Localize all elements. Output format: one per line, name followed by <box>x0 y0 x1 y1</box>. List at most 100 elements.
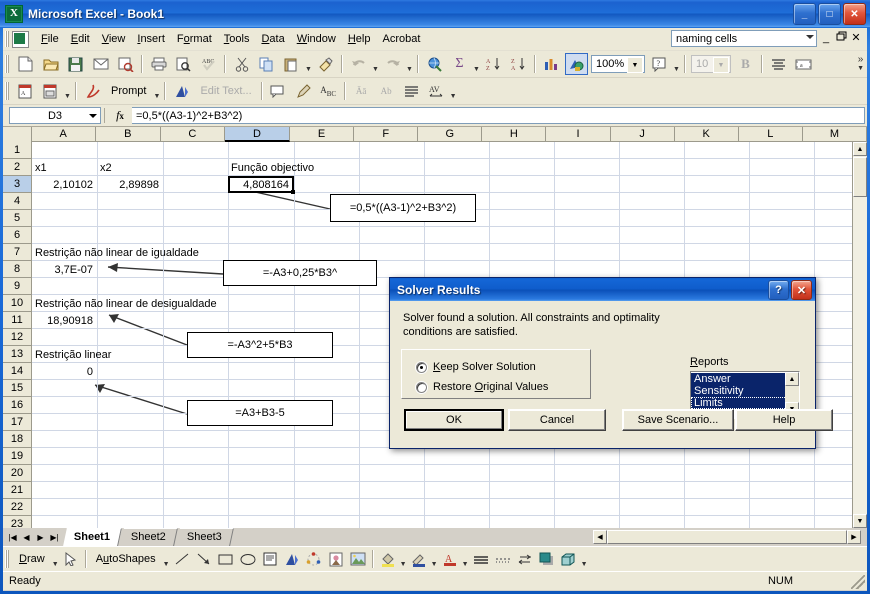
hscroll-right-button[interactable]: ▶ <box>847 530 861 544</box>
scroll-up-button[interactable]: ▲ <box>853 142 867 156</box>
comment-note-icon[interactable] <box>267 80 290 102</box>
select-all-corner[interactable] <box>3 127 32 142</box>
row-header-15[interactable]: 15 <box>3 380 31 397</box>
shadow-style-icon[interactable] <box>537 550 557 568</box>
next-sheet-button[interactable]: ▶ <box>34 530 47 544</box>
cell-a13[interactable]: Restrição linear <box>35 347 111 363</box>
dialog-button-ok[interactable]: OK <box>404 409 504 431</box>
column-header-i[interactable]: I <box>546 127 611 142</box>
workbook-icon[interactable] <box>12 30 29 48</box>
ask-a-question-box[interactable]: naming cells <box>671 30 817 47</box>
text-aa-icon[interactable]: Āā <box>350 80 373 102</box>
column-header-a[interactable]: A <box>32 127 96 142</box>
clipart-icon[interactable] <box>326 550 346 568</box>
oval-icon[interactable] <box>238 550 258 568</box>
sheet-tab-sheet2[interactable]: Sheet2 <box>120 528 178 546</box>
dash-style-icon[interactable] <box>493 550 513 568</box>
pdf-dropdown-arrow-icon[interactable]: ▼ <box>63 78 72 105</box>
zoom-dropdown-arrow-icon[interactable]: ▼ <box>627 57 643 73</box>
fill-handle[interactable] <box>291 190 295 194</box>
copy-icon[interactable] <box>255 53 278 75</box>
column-header-j[interactable]: J <box>611 127 675 142</box>
horizontal-scroll-thumb[interactable] <box>607 530 847 544</box>
line-icon[interactable] <box>172 550 192 568</box>
window-maximize-button[interactable]: □ <box>818 3 841 25</box>
row-header-1[interactable]: 1 <box>3 142 31 159</box>
cell-b2[interactable]: x2 <box>100 160 112 176</box>
column-header-k[interactable]: K <box>675 127 739 142</box>
menu-insert[interactable]: Insert <box>131 30 171 48</box>
selected-cell-d3[interactable]: 4,808164 <box>228 176 294 193</box>
vertical-scroll-thumb[interactable] <box>853 157 867 197</box>
standard-toolbar-grip[interactable] <box>5 55 9 73</box>
row-header-10[interactable]: 10 <box>3 295 31 312</box>
menu-data[interactable]: Data <box>255 30 290 48</box>
format-painter-icon[interactable] <box>314 53 337 75</box>
acrobat-toolbar-grip[interactable] <box>5 82 9 100</box>
line-color-icon[interactable] <box>409 550 429 568</box>
report-item-limits[interactable]: Limits <box>691 397 787 409</box>
autoshapes-dropdown-arrow-icon[interactable]: ▼ <box>162 546 171 573</box>
cell-a11[interactable]: 18,90918 <box>32 313 93 329</box>
help-icon[interactable]: ? <box>648 53 671 75</box>
cut-icon[interactable] <box>230 53 253 75</box>
paste-dropdown-arrow-icon[interactable]: ▼ <box>304 51 313 78</box>
hscroll-left-button[interactable]: ◀ <box>593 530 607 544</box>
reports-scroll-up-button[interactable]: ▲ <box>785 372 799 386</box>
arrow-icon[interactable] <box>194 550 214 568</box>
column-header-d[interactable]: D <box>224 127 291 142</box>
save-icon[interactable] <box>64 53 87 75</box>
row-header-5[interactable]: 5 <box>3 210 31 227</box>
workbook-close-button[interactable]: ✕ <box>849 31 863 45</box>
acrobat-logo-icon[interactable] <box>81 80 104 102</box>
row-header-18[interactable]: 18 <box>3 431 31 448</box>
email-icon[interactable] <box>89 53 112 75</box>
horizontal-scrollbar[interactable]: ◀ ▶ <box>593 530 867 544</box>
row-header-11[interactable]: 11 <box>3 312 31 329</box>
merge-cells-icon[interactable]: a <box>792 53 815 75</box>
name-box[interactable]: D3 <box>9 107 101 124</box>
insert-function-icon[interactable]: fx <box>108 108 132 123</box>
row-header-20[interactable]: 20 <box>3 465 31 482</box>
convert-to-pdf-icon[interactable]: A <box>14 80 37 102</box>
zoom-combo[interactable]: 100% ▼ <box>591 55 645 73</box>
menu-help[interactable]: Help <box>342 30 377 48</box>
dialog-help-button[interactable]: ? <box>768 280 789 300</box>
line-style-icon[interactable] <box>471 550 491 568</box>
paragraph-align-icon[interactable] <box>400 80 423 102</box>
name-box-dropdown-arrow-icon[interactable] <box>89 114 97 118</box>
column-header-g[interactable]: G <box>418 127 483 142</box>
sheet-tab-sheet3[interactable]: Sheet3 <box>176 528 234 546</box>
pencil-markup-icon[interactable] <box>292 80 315 102</box>
first-sheet-button[interactable]: |◀ <box>6 530 19 544</box>
dialog-button-help[interactable]: Help <box>735 409 833 431</box>
line-color-dropdown-arrow-icon[interactable]: ▼ <box>430 546 439 573</box>
font-size-dropdown-arrow-icon[interactable]: ▼ <box>713 57 729 73</box>
select-objects-icon[interactable] <box>61 550 81 568</box>
row-header-9[interactable]: 9 <box>3 278 31 295</box>
menu-window[interactable]: Window <box>291 30 342 48</box>
edit-text-button[interactable]: Edit Text... <box>194 81 257 101</box>
3d-style-icon[interactable] <box>559 550 579 568</box>
rectangle-icon[interactable] <box>216 550 236 568</box>
menu-edit[interactable]: Edit <box>65 30 96 48</box>
prompt-dropdown-arrow-icon[interactable]: ▼ <box>152 78 161 105</box>
cell-d2[interactable]: Função objectivo <box>231 160 314 176</box>
restore-original-values-radio[interactable]: Restore Original Values <box>416 381 548 393</box>
keep-solver-solution-radio[interactable]: Keep Solver Solution <box>416 361 536 373</box>
hyperlink-icon[interactable] <box>423 53 446 75</box>
cell-a2[interactable]: x1 <box>35 160 47 176</box>
3d-dropdown-arrow-icon[interactable]: ▼ <box>580 546 589 573</box>
row-header-2[interactable]: 2 <box>3 159 31 176</box>
column-header-b[interactable]: B <box>96 127 161 142</box>
workbook-minimize-button[interactable]: _ <box>819 31 833 45</box>
chart-wizard-icon[interactable] <box>540 53 563 75</box>
menu-tools[interactable]: Tools <box>218 30 256 48</box>
vertical-scrollbar[interactable]: ▲ ▼ <box>852 142 867 528</box>
row-header-6[interactable]: 6 <box>3 227 31 244</box>
cell-a3[interactable]: 2,10102 <box>32 177 93 193</box>
open-icon[interactable] <box>39 53 62 75</box>
acrobat-a-icon[interactable] <box>170 80 193 102</box>
row-header-7[interactable]: 7 <box>3 244 31 261</box>
sort-ascending-icon[interactable]: AZ <box>482 53 505 75</box>
